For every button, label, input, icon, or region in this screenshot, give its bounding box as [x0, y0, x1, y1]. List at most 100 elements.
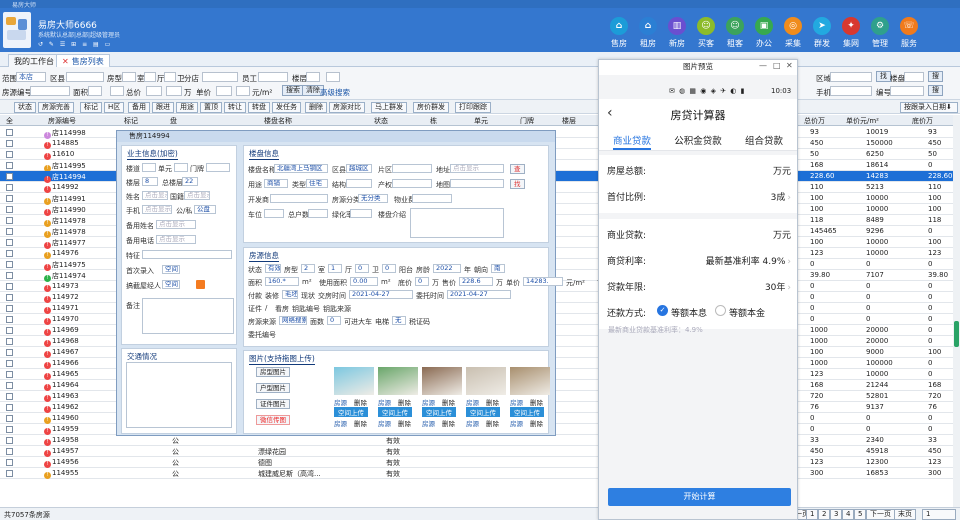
check-button[interactable]: 查: [510, 164, 525, 174]
col-all[interactable]: 全: [6, 116, 13, 126]
photo-upload-button[interactable]: 空间上传: [334, 407, 368, 417]
toolbar-button[interactable]: 房源对比: [329, 102, 365, 113]
photo-delete-link[interactable]: 删除: [530, 418, 543, 428]
nav-compass[interactable]: ✦ 集网: [836, 17, 866, 49]
search2-button[interactable]: 搜: [928, 71, 943, 82]
owner-name-field[interactable]: 点击显示: [142, 191, 168, 200]
tab-combined-loan[interactable]: 组合贷款: [731, 133, 797, 147]
row-checkbox[interactable]: [6, 228, 13, 235]
photo-tag[interactable]: 房源: [334, 397, 347, 407]
photo-tag[interactable]: 房源: [510, 418, 523, 428]
loan-years-row[interactable]: 贷款年限: 30年 ›: [607, 277, 791, 295]
commercial-loan-row[interactable]: 商业贷款: 万元: [607, 225, 791, 243]
row-checkbox[interactable]: [6, 415, 13, 422]
sort-select[interactable]: 按跟录入日期⬇: [900, 102, 958, 113]
col-floor[interactable]: 楼层: [562, 116, 576, 126]
photo-delete-link[interactable]: 删除: [442, 418, 455, 428]
house-field[interactable]: 2021-04-27: [447, 290, 511, 299]
photo-delete-link[interactable]: 删除: [486, 418, 499, 428]
col-unit[interactable]: 单元: [474, 116, 488, 126]
toolbar-button[interactable]: 标记: [80, 102, 102, 113]
field-value[interactable]: 最新基准利率 4.9% ›: [706, 254, 791, 267]
row-checkbox[interactable]: [6, 272, 13, 279]
interest-rate-row[interactable]: 商贷利率: 最新基准利率 4.9% ›: [607, 251, 791, 269]
house-field[interactable]: 0: [327, 316, 341, 325]
toolbar-button[interactable]: 用途: [176, 102, 198, 113]
toolbar-button[interactable]: H区: [104, 102, 125, 113]
use-field[interactable]: 商铺: [264, 179, 288, 188]
agent-field[interactable]: 空间: [162, 280, 180, 289]
row-checkbox[interactable]: [6, 448, 13, 455]
col-building[interactable]: 栋: [430, 116, 437, 126]
row-checkbox[interactable]: [6, 426, 13, 433]
repay-equal-installment[interactable]: 等额本息: [671, 306, 707, 319]
photo-delete-link[interactable]: 删除: [354, 397, 367, 407]
toolbar-button[interactable]: 跟进: [152, 102, 174, 113]
subarea-field[interactable]: [392, 164, 432, 173]
district-field[interactable]: 越城区: [346, 164, 372, 173]
backup-phone-field[interactable]: 点击显示: [156, 235, 196, 244]
nation-field[interactable]: 点击显示: [184, 191, 210, 200]
toolbar-button[interactable]: 房价群发: [413, 102, 449, 113]
toolbar-button[interactable]: 转盘: [248, 102, 270, 113]
house-field[interactable]: 2022: [433, 264, 461, 273]
row-checkbox[interactable]: [6, 371, 13, 378]
col-mark[interactable]: 标记: [124, 116, 138, 126]
down-payment-row[interactable]: 首付比例: 3成 ›: [607, 187, 791, 205]
field-value[interactable]: 3成 ›: [771, 190, 791, 203]
layout-photo-button[interactable]: 户型图片: [256, 383, 290, 393]
property-right-field[interactable]: [392, 179, 432, 188]
photo-tag[interactable]: 房源: [334, 418, 347, 428]
house-field[interactable]: 无: [392, 316, 406, 325]
table-row[interactable]: ! 114958 公 有效 33 2340 33: [0, 435, 960, 446]
col-total[interactable]: 总价万: [804, 116, 825, 126]
page-select[interactable]: 1: [922, 509, 956, 520]
row-checkbox[interactable]: [6, 470, 13, 477]
toolbar-button[interactable]: 马上群发: [371, 102, 407, 113]
owner-input[interactable]: [142, 163, 156, 172]
photo-upload-button[interactable]: 空间上传: [510, 407, 544, 417]
area-min-input[interactable]: [88, 86, 102, 96]
toolbar-button[interactable]: 置顶: [200, 102, 222, 113]
preview-window-title[interactable]: 图片预览: [599, 60, 797, 74]
minimize-icon[interactable]: —: [759, 61, 767, 70]
photo-tag[interactable]: 房源: [510, 397, 523, 407]
row-checkbox[interactable]: [6, 404, 13, 411]
district-select[interactable]: [66, 72, 104, 82]
house-field[interactable]: 0: [355, 264, 369, 273]
photo-delete-link[interactable]: 删除: [354, 418, 367, 428]
toolbar-button[interactable]: 发任务: [272, 102, 301, 113]
toolbar-button[interactable]: 备用: [128, 102, 150, 113]
page-2[interactable]: 2: [818, 509, 831, 520]
house-field[interactable]: 有效: [265, 264, 281, 273]
repay-equal-principal[interactable]: 等额本金: [729, 306, 765, 319]
row-checkbox[interactable]: [6, 437, 13, 444]
table-row[interactable]: ! 114955 公 城建威尼斯（高湾... 有效 300 16853 300: [0, 468, 960, 479]
photo-delete-link[interactable]: 删除: [398, 397, 411, 407]
owner-input[interactable]: [174, 163, 188, 172]
house-total-row[interactable]: 房屋总额: 万元: [607, 161, 791, 179]
tab-commercial-loan[interactable]: 商业贷款: [599, 133, 665, 147]
room-input[interactable]: [122, 72, 136, 82]
photo-delete-link[interactable]: 删除: [530, 397, 543, 407]
page-4[interactable]: 4: [842, 509, 855, 520]
developer-field[interactable]: [270, 194, 328, 203]
advanced-search-link[interactable]: 高级搜索: [320, 87, 350, 98]
estate-input[interactable]: [904, 72, 924, 82]
toolbar-button[interactable]: 删除: [305, 102, 327, 113]
field-value[interactable]: 30年 ›: [765, 280, 791, 293]
total-min-input[interactable]: [146, 86, 162, 96]
nav-home[interactable]: ⌂ 售房: [604, 17, 634, 49]
photo-delete-link[interactable]: 删除: [398, 418, 411, 428]
toolbar-button[interactable]: 转让: [224, 102, 246, 113]
photo-tag[interactable]: 房源: [466, 397, 479, 407]
code-input[interactable]: [30, 86, 70, 96]
row-checkbox[interactable]: [6, 173, 13, 180]
house-field[interactable]: 1: [328, 264, 342, 273]
search3-button[interactable]: 搜: [928, 85, 943, 96]
room-photo-button[interactable]: 房型图片: [256, 367, 290, 377]
col-estate[interactable]: 楼盘名称: [264, 116, 292, 126]
green-rate-field[interactable]: [350, 209, 372, 218]
detail-window-title[interactable]: 售房114994: [117, 131, 555, 142]
nav-headset[interactable]: ☏ 服务: [894, 17, 924, 49]
